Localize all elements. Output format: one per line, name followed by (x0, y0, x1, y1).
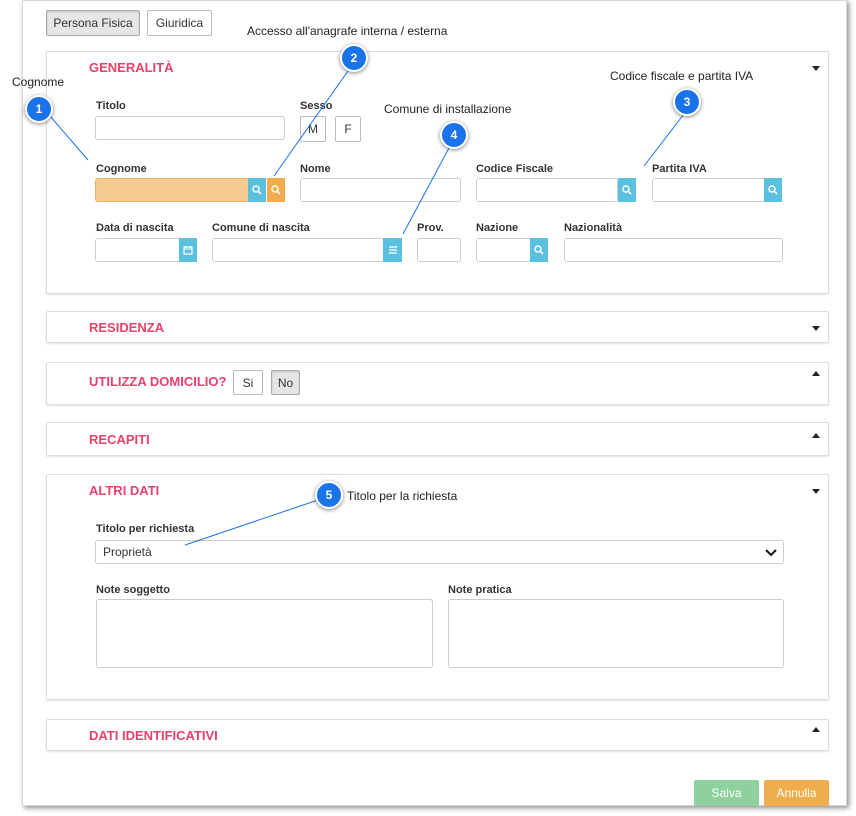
annotation-2-badge: 2 (340, 44, 368, 72)
annotation-lines (49, 70, 685, 546)
annotation-3-text: Codice fiscale e partita IVA (610, 69, 754, 83)
annotation-5-text: Titolo per la richiesta (347, 489, 458, 503)
annotation-1-badge: 1 (25, 95, 53, 123)
annotation-4-badge: 4 (440, 121, 468, 149)
annotation-3-badge: 3 (673, 88, 701, 116)
annotation-1-text: Cognome (12, 75, 65, 89)
annotation-4-text: Comune di installazione (384, 102, 512, 116)
annotation-2-text: Accesso all'anagrafe interna / esterna (247, 24, 448, 38)
annotation-5-badge: 5 (315, 481, 343, 509)
